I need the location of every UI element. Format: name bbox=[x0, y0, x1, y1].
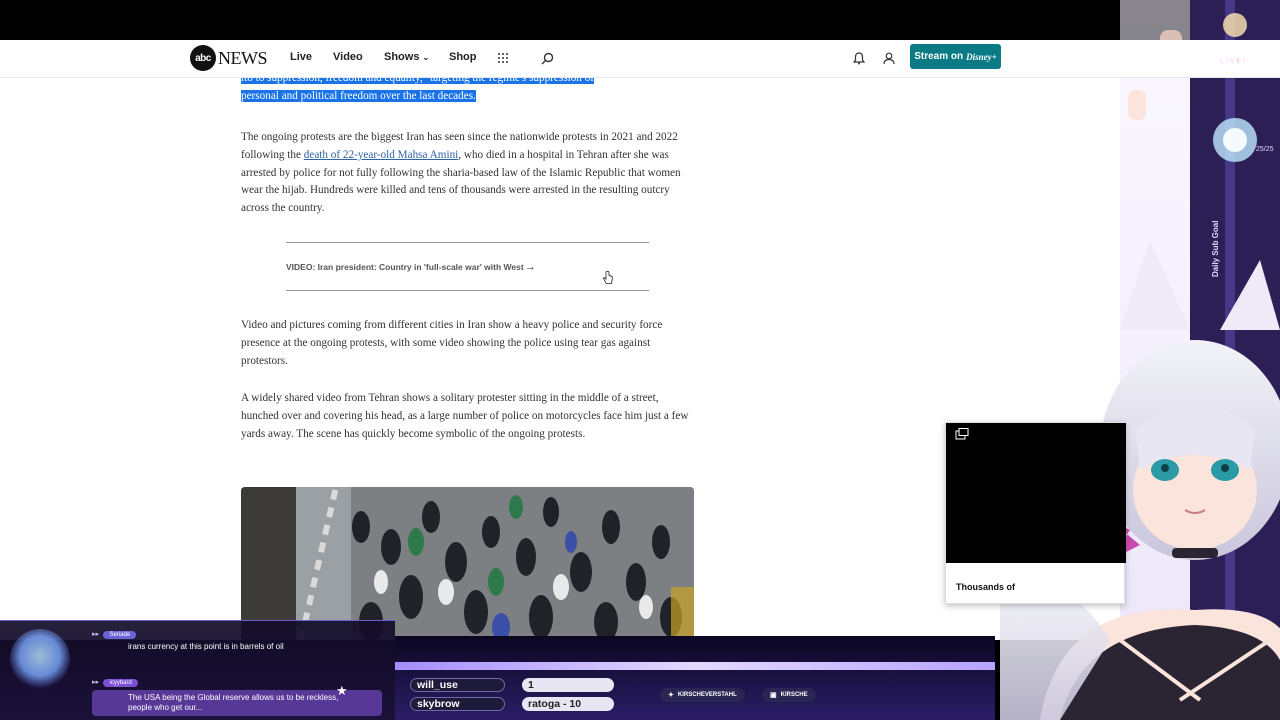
related-video-link[interactable]: VIDEO: Iran president: Country in 'full-… bbox=[286, 242, 649, 291]
abc-news-logo[interactable]: abc NEWS bbox=[190, 45, 268, 71]
chat-message: ▸▸ Seriade irans currency at this point … bbox=[92, 623, 382, 652]
abc-news-navbar: abc NEWS Live Video Shows ⌄ Shop Stream o… bbox=[0, 40, 1280, 78]
social-handle-2: ▣ KIRSCHE bbox=[762, 688, 816, 702]
live-label: LIVE! bbox=[1220, 58, 1248, 65]
disney-plus-logo: Disney+ bbox=[966, 51, 997, 62]
chat-arrow-icon: ▸▸ bbox=[92, 679, 100, 686]
video-frame[interactable] bbox=[946, 423, 1126, 563]
twitter-icon: ✦ bbox=[668, 692, 674, 699]
user-account-icon[interactable] bbox=[879, 48, 899, 68]
star-icon: ★ bbox=[336, 683, 348, 698]
arrow-right-icon: → bbox=[524, 260, 536, 273]
nav-shows-label: Shows bbox=[384, 51, 420, 63]
grid-menu-icon[interactable] bbox=[493, 48, 513, 68]
expand-video-icon[interactable] bbox=[955, 427, 969, 440]
recent-follower-pill: will_use bbox=[410, 678, 505, 692]
chat-text: irans currency at this point is in barre… bbox=[128, 642, 284, 651]
protest-photo[interactable] bbox=[241, 487, 694, 640]
recent-cheer-pill: skybrow bbox=[410, 697, 505, 711]
related-video-title: VIDEO: Iran president: Country in 'full-… bbox=[286, 261, 524, 272]
chevron-down-icon: ⌄ bbox=[422, 53, 430, 62]
sub-goal-count: 25/25 bbox=[1256, 146, 1274, 153]
daily-sub-goal: Daily Sub Goal bbox=[1211, 215, 1225, 295]
chat-username: icyybard bbox=[103, 679, 138, 687]
chat-username: Seriade bbox=[103, 631, 137, 639]
popup-caption: Thousands of bbox=[956, 582, 1015, 592]
abc-logo-text: NEWS bbox=[218, 47, 268, 68]
chat-mascot-icon bbox=[10, 629, 70, 689]
recent-sub-pill: 1 bbox=[522, 678, 614, 692]
vtuber-overlay bbox=[1000, 0, 1280, 720]
abc-logo-mark: abc bbox=[190, 45, 216, 71]
chat-bubble-icon: ▣ bbox=[770, 692, 777, 699]
article-paragraph-2: Video and pictures coming from different… bbox=[241, 319, 663, 367]
hand-cursor-icon bbox=[603, 271, 613, 288]
article-paragraph-3: A widely shared video from Tehran shows … bbox=[241, 392, 689, 440]
social-handle-1: ✦ KIRSCHEVERSTAHL bbox=[660, 688, 745, 702]
social-handle-text: KIRSCHE bbox=[780, 692, 808, 698]
nav-live[interactable]: Live bbox=[290, 51, 312, 63]
nav-shows[interactable]: Shows ⌄ bbox=[384, 51, 429, 63]
stream-label: Stream on bbox=[914, 51, 964, 62]
highlighted-line-2: personal and political freedom over the … bbox=[241, 89, 476, 102]
stream-chat: ▸▸ Seriade irans currency at this point … bbox=[0, 620, 395, 720]
mahsa-amini-link[interactable]: death of 22-year-old Mahsa Amini bbox=[304, 149, 459, 161]
chat-arrow-icon: ▸▸ bbox=[92, 631, 100, 638]
floating-video-player[interactable]: Thousands of bbox=[945, 422, 1126, 604]
nav-shop[interactable]: Shop bbox=[449, 51, 477, 63]
social-handle-text: KIRSCHEVERSTAHL bbox=[677, 692, 737, 698]
daily-sub-goal-label: Daily Sub Goal bbox=[1211, 220, 1220, 277]
recent-raid-pill: ratoga - 10 bbox=[522, 697, 614, 711]
stream-on-disney-button[interactable]: Stream on Disney+ bbox=[910, 44, 1001, 69]
search-icon[interactable] bbox=[537, 48, 557, 68]
nav-video[interactable]: Video bbox=[333, 51, 363, 63]
banner-glow-strip bbox=[395, 662, 995, 670]
article-paragraph-1: The ongoing protests are the biggest Ira… bbox=[241, 129, 696, 218]
bell-icon[interactable] bbox=[849, 48, 869, 68]
